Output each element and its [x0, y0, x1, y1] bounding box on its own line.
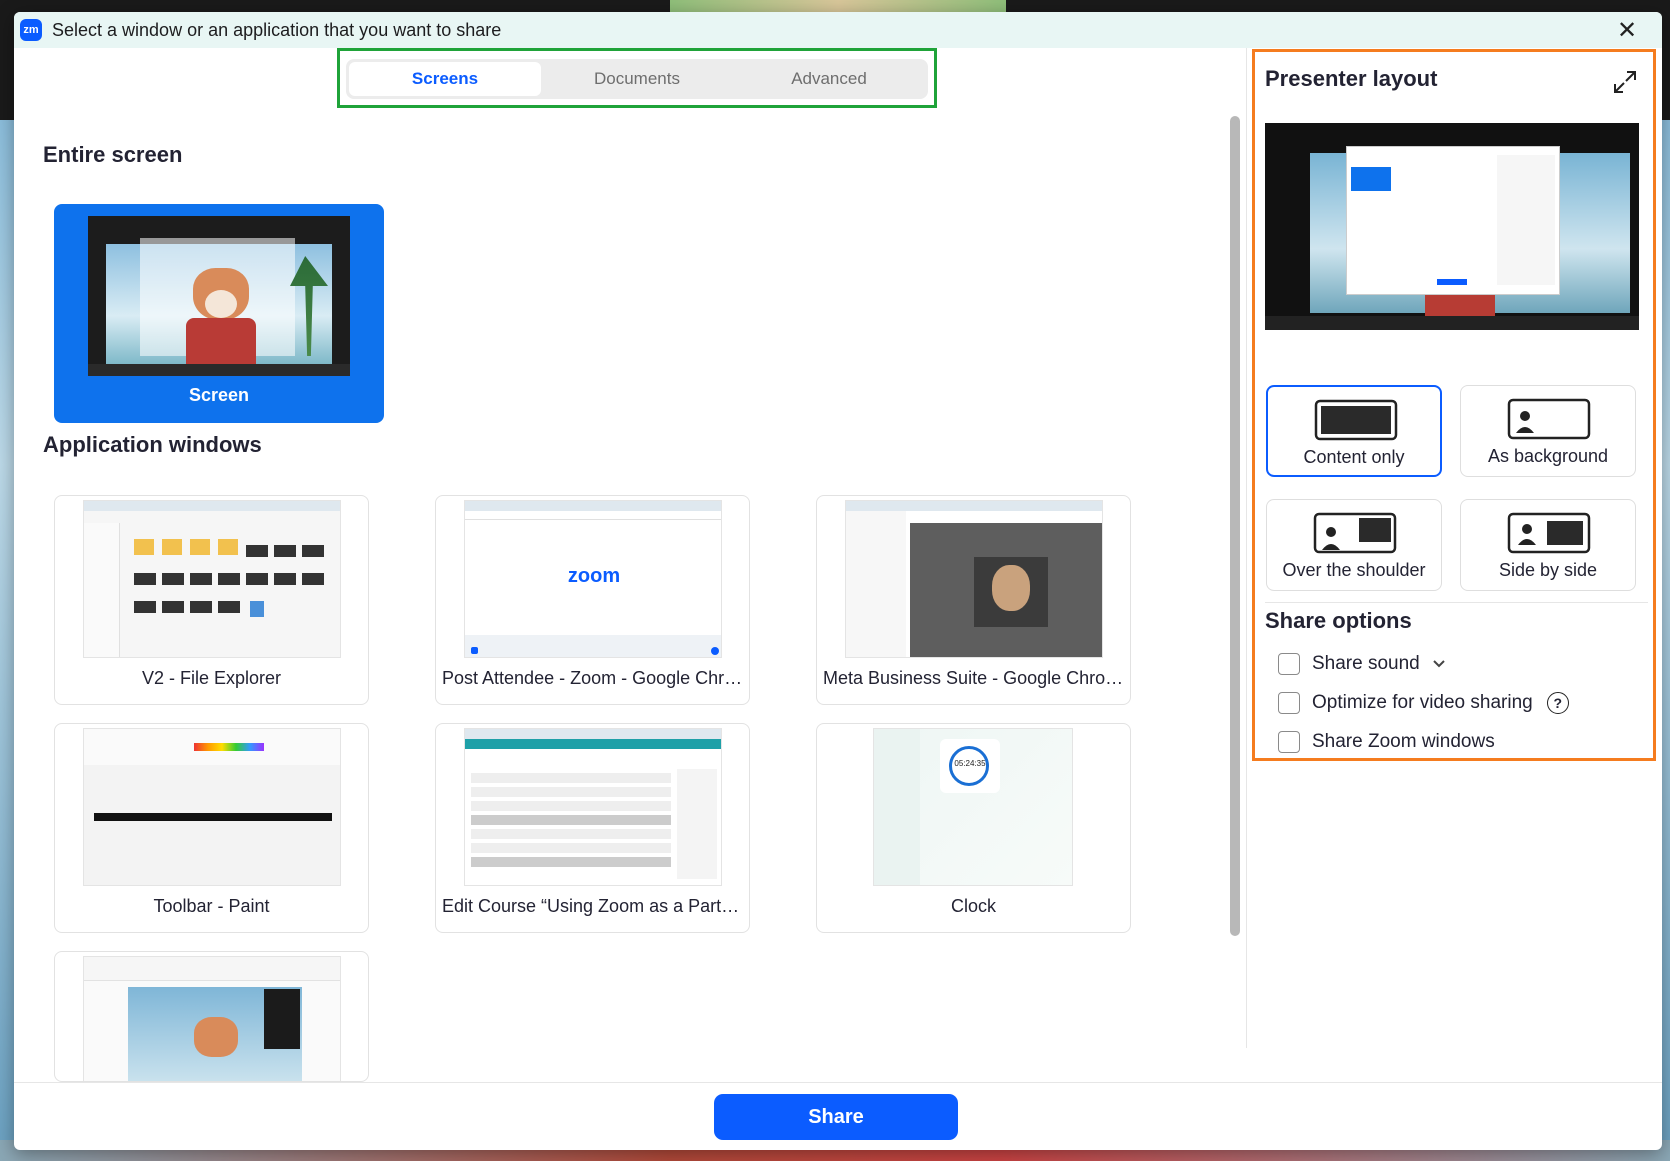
scrollbar[interactable] [1230, 116, 1240, 936]
layout-preview-image [1265, 123, 1639, 330]
share-sound-checkbox[interactable] [1278, 653, 1300, 675]
over-the-shoulder-icon [1313, 512, 1397, 554]
app-tile-label: Edit Course “Using Zoom as a Participa..… [442, 896, 749, 916]
close-button[interactable]: ✕ [1612, 15, 1642, 45]
app-thumbnail [83, 500, 341, 658]
optimize-video-checkbox[interactable] [1278, 692, 1300, 714]
share-zoom-windows-option[interactable]: Share Zoom windows [1278, 731, 1495, 753]
tab-screens[interactable]: Screens [349, 62, 541, 96]
layout-label: As background [1487, 446, 1609, 466]
app-thumbnail: zoom [464, 500, 722, 658]
app-tile-label: Clock [950, 896, 996, 916]
share-options-heading: Share options [1265, 608, 1412, 633]
layout-content-only-button[interactable]: Content only [1266, 385, 1442, 477]
help-icon[interactable]: ? [1546, 692, 1569, 714]
tab-documents[interactable]: Documents [541, 62, 733, 96]
app-tile-paint[interactable]: Toolbar - Paint [54, 723, 369, 933]
clock-time: 05:24:35 [954, 759, 986, 768]
share-zoom-windows-label: Share Zoom windows [1312, 731, 1495, 752]
share-sound-label: Share sound [1312, 653, 1420, 674]
layout-side-by-side-button[interactable]: Side by side [1460, 499, 1636, 591]
title-bar: zm Select a window or an application tha… [14, 12, 1662, 48]
section-divider [1265, 602, 1648, 603]
screen-tile-label: Screen [188, 385, 250, 405]
optimize-video-option[interactable]: Optimize for video sharing ? [1278, 692, 1569, 714]
app-thumbnail [83, 956, 341, 1081]
app-tile-label: Post Attendee - Zoom - Google Chrome [442, 668, 749, 688]
layout-label: Side by side [1498, 560, 1598, 580]
app-thumbnail [464, 728, 722, 886]
chevron-down-icon[interactable] [1432, 659, 1446, 669]
app-tile-clock[interactable]: 05:24:35 Clock [816, 723, 1131, 933]
zoom-logo-icon: zm [20, 19, 42, 41]
share-sound-option[interactable]: Share sound [1278, 653, 1446, 675]
app-tile-photos[interactable] [54, 951, 369, 1082]
share-type-tabs: Screens Documents Advanced [346, 59, 928, 99]
app-tile-label: V2 - File Explorer [141, 668, 282, 688]
app-thumbnail [83, 728, 341, 886]
share-button[interactable]: Share [714, 1094, 958, 1140]
screen-thumbnail [88, 216, 350, 376]
content-only-icon [1314, 399, 1398, 441]
share-zoom-windows-checkbox[interactable] [1278, 731, 1300, 753]
entire-screen-heading: Entire screen [43, 142, 183, 167]
tab-advanced[interactable]: Advanced [733, 62, 925, 96]
footer-divider [14, 1082, 1662, 1083]
screen-tile[interactable]: Screen [54, 204, 384, 423]
layout-label: Over the shoulder [1282, 560, 1426, 580]
app-tile-file-explorer[interactable]: V2 - File Explorer [54, 495, 369, 705]
expand-icon[interactable] [1611, 68, 1639, 96]
optimize-video-label: Optimize for video sharing [1312, 692, 1533, 713]
app-tile-edit-course[interactable]: Edit Course “Using Zoom as a Participa..… [435, 723, 750, 933]
panel-divider [1246, 48, 1247, 1048]
app-tile-meta-business-suite[interactable]: Meta Business Suite - Google Chrome [816, 495, 1131, 705]
as-background-icon [1507, 398, 1591, 440]
layout-as-background-button[interactable]: As background [1460, 385, 1636, 477]
side-by-side-icon [1507, 512, 1591, 554]
app-tile-label: Meta Business Suite - Google Chrome [823, 668, 1130, 688]
application-windows-heading: Application windows [43, 432, 262, 457]
app-tile-label: Toolbar - Paint [153, 896, 270, 916]
layout-over-the-shoulder-button[interactable]: Over the shoulder [1266, 499, 1442, 591]
share-screen-dialog: zm Select a window or an application tha… [14, 12, 1662, 1150]
zoom-wordmark: zoom [567, 565, 621, 587]
dialog-title: Select a window or an application that y… [52, 19, 502, 40]
app-thumbnail [845, 500, 1103, 658]
layout-label: Content only [1303, 447, 1405, 467]
app-thumbnail: 05:24:35 [873, 728, 1073, 886]
app-tile-post-attendee[interactable]: zoom Post Attendee - Zoom - Google Chrom… [435, 495, 750, 705]
presenter-layout-heading: Presenter layout [1265, 66, 1438, 91]
